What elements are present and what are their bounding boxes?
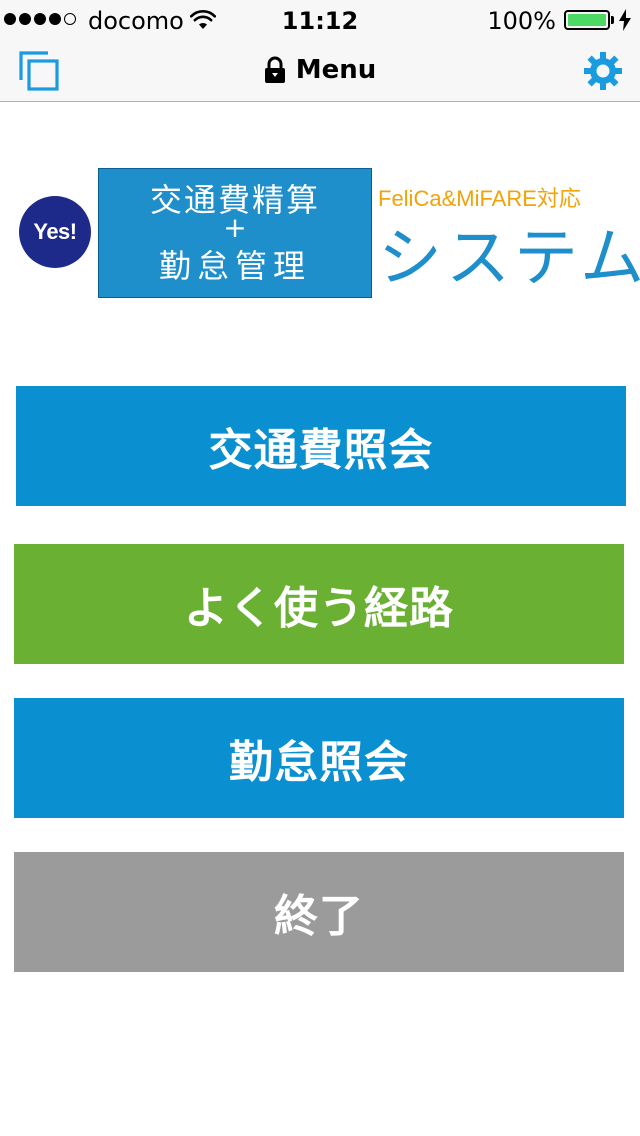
nav-title-group: Menu [0,54,640,86]
app-logo-banner: Yes! 交通費精算 + 勤怠管理 FeliCa&MiFARE対応 システム [16,166,640,300]
battery-percentage: 100% [487,7,556,35]
logo-title-plus: + [223,211,247,244]
navigation-bar: Menu [0,40,640,102]
yes-badge-text: Yes! [33,219,77,244]
gear-icon [584,52,622,90]
logo-title-line2: 勤怠管理 [158,247,311,285]
battery-level-fill [568,14,606,26]
status-bar: docomo 11:12 100% [0,0,640,40]
transport-expense-inquiry-button[interactable]: 交通費照会 [16,386,626,506]
attendance-inquiry-button[interactable]: 勤怠照会 [14,698,624,818]
charging-bolt-icon [619,9,631,31]
logo-title-box: 交通費精算 + 勤怠管理 [98,168,372,298]
page-title: Menu [295,55,377,85]
exit-button[interactable]: 終了 [14,852,624,972]
battery-terminal [611,16,614,24]
settings-button[interactable] [582,50,624,92]
logo-system-text: システム [378,222,640,296]
lock-icon [264,56,285,83]
frequent-routes-button[interactable]: よく使う経路 [14,544,624,664]
battery-icon [564,10,610,30]
yes-badge-logo: Yes! [19,196,91,268]
logo-tagline: FeliCa&MiFARE対応 [378,186,581,211]
